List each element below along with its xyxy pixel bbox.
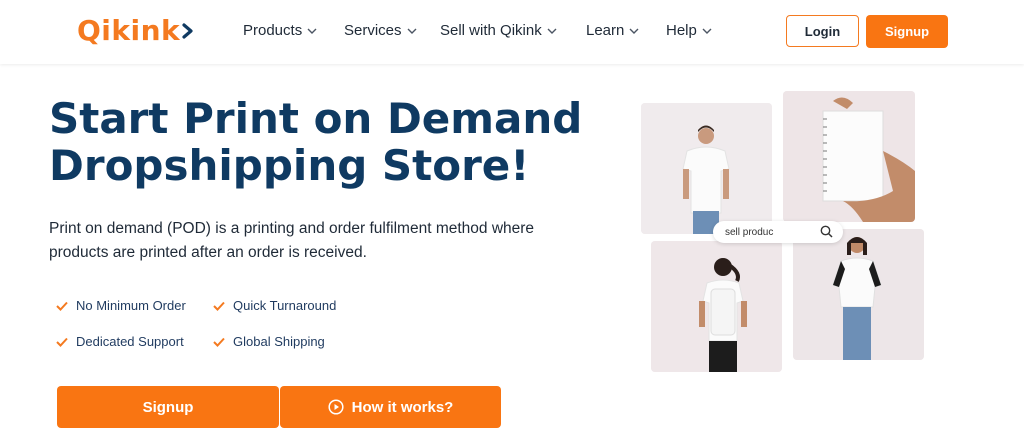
woman-raglan-image (793, 229, 924, 360)
chevron-down-icon (547, 28, 557, 34)
notebook-image (783, 91, 915, 222)
chevron-down-icon (629, 28, 639, 34)
chevron-down-icon (307, 28, 317, 34)
feature-item: No Minimum Order (56, 298, 186, 313)
nav-services-label: Services (344, 22, 402, 39)
feature-item: Global Shipping (213, 334, 325, 349)
check-icon (56, 301, 68, 311)
nav-help-label: Help (666, 22, 697, 39)
hero-title: Start Print on Demand Dropshipping Store… (49, 95, 609, 189)
nav-products-label: Products (243, 22, 303, 39)
feature-label: Global Shipping (233, 334, 325, 349)
feature-label: Quick Turnaround (233, 298, 337, 313)
feature-item: Dedicated Support (56, 334, 184, 349)
hero-signup-button[interactable]: Signup (57, 386, 279, 428)
signup-button-header[interactable]: Signup (866, 15, 948, 48)
feature-label: No Minimum Order (76, 298, 186, 313)
hero-title-line2: Dropshipping Store! (49, 141, 530, 190)
man-tshirt-figure (641, 103, 772, 234)
woman-raglan-figure (793, 229, 924, 360)
feature-label: Dedicated Support (76, 334, 184, 349)
hero-description: Print on demand (POD) is a printing and … (49, 220, 535, 261)
check-icon (213, 337, 225, 347)
how-it-works-label: How it works? (351, 398, 454, 416)
collage-search-bar: sell produc (713, 221, 843, 243)
man-tshirt-image (641, 103, 772, 234)
logo-text: Qikink (77, 14, 181, 47)
qikink-logo[interactable]: Qikink (77, 14, 194, 48)
nav-learn[interactable]: Learn (586, 22, 639, 39)
top-navbar: Qikink Products Services Sell with Qikin… (0, 0, 1024, 64)
woman-backpack-image (651, 241, 782, 372)
woman-backpack-figure (651, 241, 782, 372)
notebook-figure (783, 91, 915, 222)
nav-help[interactable]: Help (666, 22, 712, 39)
search-icon (820, 225, 833, 238)
check-icon (213, 301, 225, 311)
play-circle-icon (328, 399, 344, 415)
hero-title-line1: Start Print on Demand (49, 94, 583, 143)
how-it-works-button[interactable]: How it works? (280, 386, 501, 428)
check-icon (56, 337, 68, 347)
nav-services[interactable]: Services (344, 22, 417, 39)
chevron-down-icon (702, 28, 712, 34)
chevron-down-icon (407, 28, 417, 34)
collage-search-text: sell produc (725, 226, 774, 238)
nav-products[interactable]: Products (243, 22, 317, 39)
login-button[interactable]: Login (786, 15, 859, 47)
feature-item: Quick Turnaround (213, 298, 336, 313)
nav-learn-label: Learn (586, 22, 625, 39)
nav-sell-with-qikink[interactable]: Sell with Qikink (440, 22, 557, 39)
logo-chevron-icon (182, 23, 193, 39)
nav-sell-label: Sell with Qikink (440, 22, 542, 39)
